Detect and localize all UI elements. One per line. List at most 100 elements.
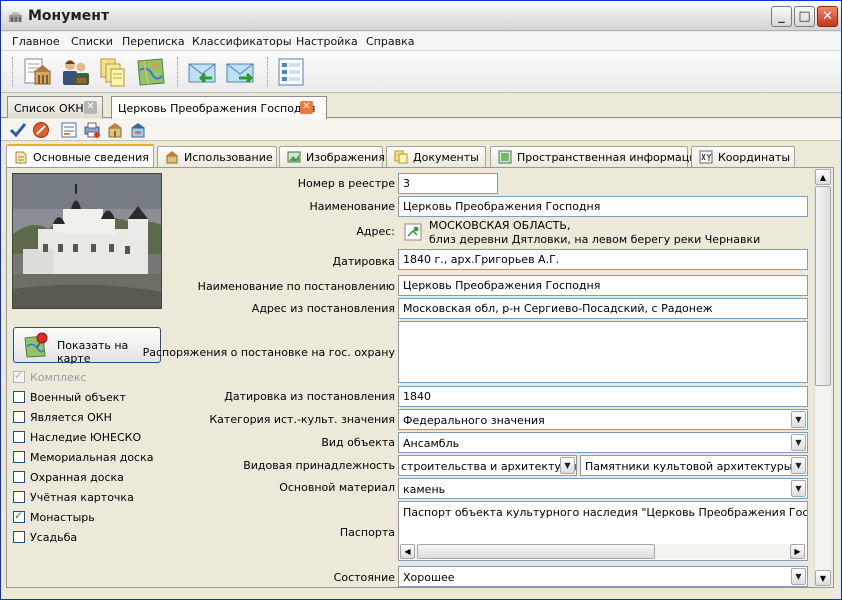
tab-spatial-info[interactable]: Пространственная информация xyxy=(490,146,703,167)
address-label: Адрес: xyxy=(356,225,395,238)
scroll-up-icon[interactable]: ▲ xyxy=(815,169,831,185)
tab-main-info[interactable]: Основные сведения xyxy=(6,144,154,168)
close-tab-icon[interactable]: ✕ xyxy=(300,101,313,114)
passport-horizontal-scrollbar[interactable]: ◀ ▶ xyxy=(400,544,806,559)
material-value: камень xyxy=(403,483,446,496)
tab-church[interactable]: Церковь Преображения Господня ✕ xyxy=(111,96,327,119)
tab-label: Изображения xyxy=(306,151,385,164)
passport-field[interactable]: Паспорт объекта культурного наследия "Це… xyxy=(398,501,808,561)
checkbox-protection-plaque[interactable] xyxy=(13,471,25,483)
scroll-thumb[interactable] xyxy=(417,544,655,559)
close-button[interactable]: ✕ xyxy=(817,6,838,27)
minimize-button[interactable]: _ xyxy=(771,6,792,27)
address-edit-icon[interactable] xyxy=(404,223,422,241)
checkbox-label: Охранная доска xyxy=(30,471,124,484)
tab-label: Использование xyxy=(184,151,273,164)
name-decree-field[interactable]: Церковь Преображения Господня xyxy=(398,275,808,296)
registry-icon[interactable] xyxy=(21,56,53,88)
tab-label: Координаты xyxy=(718,151,791,164)
form-icon[interactable] xyxy=(60,121,78,139)
passport-label: Паспорта xyxy=(339,526,395,539)
checkbox-estate[interactable] xyxy=(13,531,25,543)
scroll-left-icon[interactable]: ◀ xyxy=(400,544,415,559)
checkbox-monastery[interactable]: ✓ xyxy=(13,509,25,523)
list-icon[interactable] xyxy=(275,56,307,88)
show-on-map-button[interactable]: Показать на карте xyxy=(13,327,161,365)
menu-main[interactable]: Главное xyxy=(12,35,60,48)
checkbox-label: Монастырь xyxy=(30,511,95,524)
tab-documents[interactable]: Документы xyxy=(386,146,486,167)
scroll-down-icon[interactable]: ▼ xyxy=(815,570,831,586)
tab-images[interactable]: Изображения xyxy=(279,146,385,167)
chevron-down-icon[interactable]: ▼ xyxy=(791,457,806,474)
toolbar-separator xyxy=(177,57,179,87)
menu-settings[interactable]: Настройка xyxy=(296,35,358,48)
dating-decree-field[interactable]: 1840 xyxy=(398,386,808,407)
menu-correspondence[interactable]: Переписка xyxy=(122,35,185,48)
object-type-select[interactable]: Ансамбль ▼ xyxy=(398,432,808,453)
toolbar-separator xyxy=(267,57,269,87)
print-icon[interactable] xyxy=(83,121,101,139)
registry-number-field[interactable]: 3 xyxy=(398,173,498,194)
checkbox-label: Комплекс xyxy=(30,371,87,384)
map-pin-icon xyxy=(24,332,48,358)
checkbox-memorial-plaque[interactable] xyxy=(13,451,25,463)
menu-lists[interactable]: Списки xyxy=(71,35,113,48)
checkbox-label: Является ОКН xyxy=(30,411,112,424)
chevron-down-icon[interactable]: ▼ xyxy=(791,568,806,585)
tab-label: Список ОКН xyxy=(14,102,84,115)
mail-outgoing-icon[interactable] xyxy=(224,56,256,88)
mail-incoming-icon[interactable] xyxy=(186,56,218,88)
chevron-down-icon[interactable]: ▼ xyxy=(791,411,806,428)
scroll-thumb[interactable] xyxy=(815,186,831,386)
building-edit-icon[interactable] xyxy=(129,121,147,139)
scroll-right-icon[interactable]: ▶ xyxy=(790,544,805,559)
tab-okn-list[interactable]: Список ОКН ✕ xyxy=(7,96,103,118)
maximize-button[interactable]: □ xyxy=(794,6,815,27)
menu-classifiers[interactable]: Классификаторы xyxy=(192,35,292,48)
dating-field[interactable]: 1840 г., арх.Григорьев А.Г. xyxy=(398,249,808,270)
chevron-down-icon[interactable]: ▼ xyxy=(791,480,806,497)
object-photo[interactable] xyxy=(12,173,162,309)
chevron-down-icon[interactable]: ▼ xyxy=(791,434,806,451)
checkbox-complex[interactable]: ✓ xyxy=(13,369,25,383)
checkbox-unesco[interactable] xyxy=(13,431,25,443)
users-icon[interactable] xyxy=(59,56,91,88)
panel-vertical-scrollbar[interactable]: ▲ ▼ xyxy=(814,169,831,587)
protection-orders-field[interactable] xyxy=(398,321,808,383)
document-tabs: Список ОКН ✕ Церковь Преображения Господ… xyxy=(1,94,841,119)
checkbox-military-object[interactable] xyxy=(13,391,25,403)
building-icon[interactable] xyxy=(106,121,124,139)
species-select-2[interactable]: Памятники культовой архитектуры ▼ xyxy=(580,455,808,476)
chevron-down-icon[interactable]: ▼ xyxy=(560,457,575,474)
menu-help[interactable]: Справка xyxy=(366,35,414,48)
close-tab-icon[interactable]: ✕ xyxy=(84,101,97,114)
checkbox-label: Военный объект xyxy=(30,391,126,404)
material-label: Основной материал xyxy=(279,481,395,494)
checkmark-icon: ✓ xyxy=(14,369,24,382)
checkbox-is-okn[interactable] xyxy=(13,411,25,423)
material-select[interactable]: камень ▼ xyxy=(398,478,808,499)
species-value-2: Памятники культовой архитектуры xyxy=(585,460,793,473)
record-toolbar xyxy=(1,119,841,141)
tab-usage[interactable]: Использование xyxy=(157,146,277,167)
checkbox-label: Мемориальная доска xyxy=(30,451,154,464)
name-field[interactable]: Церковь Преображения Господня xyxy=(398,196,808,217)
map-icon[interactable] xyxy=(134,56,166,88)
checkbox-record-card[interactable] xyxy=(13,491,25,503)
state-select[interactable]: Хорошее ▼ xyxy=(398,566,808,587)
spatial-icon xyxy=(498,150,512,164)
tab-label: Документы xyxy=(413,151,479,164)
address-decree-field[interactable]: Московская обл, р-н Сергиево-Посадский, … xyxy=(398,298,808,319)
checkmark-icon[interactable] xyxy=(9,121,27,139)
cancel-icon[interactable] xyxy=(32,121,50,139)
documents-icon[interactable] xyxy=(96,56,128,88)
species-select-1[interactable]: строительства и архитектуры ▼ xyxy=(398,455,577,476)
address-decree-label: Адрес из постановления xyxy=(251,302,395,315)
checkbox-label: Наследие ЮНЕСКО xyxy=(30,431,142,444)
category-select[interactable]: Федерального значения ▼ xyxy=(398,409,808,430)
checkbox-label: Усадьба xyxy=(30,531,78,544)
tab-coordinates[interactable]: Координаты xyxy=(691,146,795,167)
address-line1: МОСКОВСКАЯ ОБЛАСТЬ, xyxy=(429,219,571,232)
window-title: Монумент xyxy=(28,8,110,24)
